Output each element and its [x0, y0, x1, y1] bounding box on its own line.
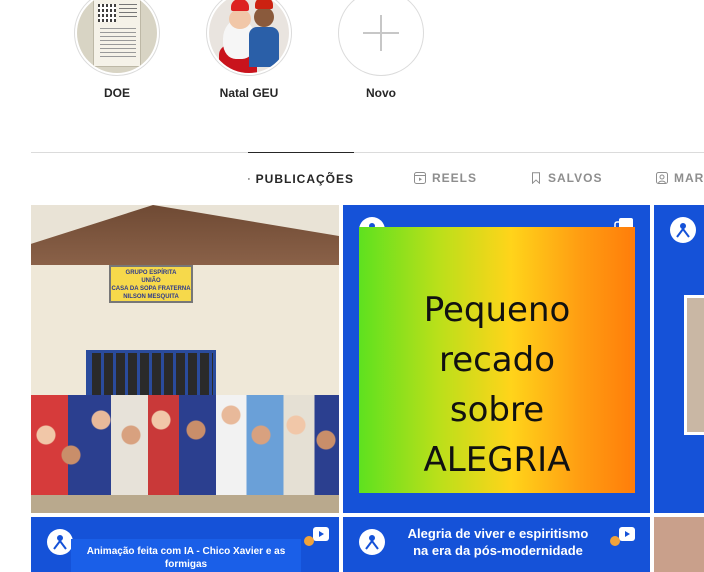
post-photo-group[interactable]: GRUPO ESPÍRITA UNIÃO CASA DA SOPA FRATER… [31, 205, 339, 513]
highlight-ring [338, 0, 424, 76]
highlight-label: DOE [103, 86, 130, 100]
tab-marcados[interactable]: MAR [656, 152, 704, 204]
reel-icon [609, 525, 639, 547]
tab-reels[interactable]: REELS [414, 152, 477, 204]
tab-label: MAR [674, 171, 704, 185]
bookmark-icon [532, 172, 540, 184]
highlight-natal-geu[interactable]: Natal GEU [204, 0, 294, 100]
highlight-label: Natal GEU [219, 86, 279, 100]
gradient-panel: Pequeno recado sobre ALEGRIA [359, 227, 635, 493]
santa-hat-icon [231, 0, 249, 11]
tab-label: SALVOS [548, 171, 603, 185]
highlight-ring [74, 0, 160, 76]
reel-icon [303, 525, 333, 547]
post-caption: Alegria de viver e espiritismo na era da… [407, 526, 589, 558]
story-highlights: DOE Natal GEU Novo [0, 0, 704, 110]
tab-publicacoes[interactable]: PUBLICAÇÕES [248, 152, 354, 204]
post-partial[interactable] [654, 205, 704, 513]
tab-salvos[interactable]: SALVOS [530, 152, 602, 204]
tagged-icon [656, 172, 668, 184]
highlight-label: Novo [366, 86, 396, 100]
profile-tabs: PUBLICAÇÕES REELS SALVOS MAR [0, 152, 704, 204]
plus-icon [361, 13, 401, 53]
highlight-new[interactable]: Novo [336, 0, 426, 100]
group-logo-icon [359, 529, 385, 555]
post-headline: Pequeno recado sobre ALEGRIA [423, 290, 571, 480]
group-logo-icon [670, 217, 696, 243]
grid-icon [248, 177, 250, 180]
group-logo-icon [47, 529, 73, 555]
tab-label: PUBLICAÇÕES [255, 171, 354, 186]
building-sign: GRUPO ESPÍRITA UNIÃO CASA DA SOPA FRATER… [109, 265, 193, 303]
post-alegria-card[interactable]: Pequeno recado sobre ALEGRIA [343, 205, 650, 513]
post-video-chico-xavier[interactable]: Animação feita com IA - Chico Xavier e a… [31, 517, 339, 572]
qr-document-image [93, 0, 141, 67]
highlight-thumbnail [209, 0, 289, 73]
highlight-thumbnail [77, 0, 157, 73]
post-caption: Animação feita com IA - Chico Xavier e a… [71, 539, 301, 572]
reels-icon [414, 172, 426, 184]
photo-thumbnail [684, 295, 704, 435]
highlight-doe[interactable]: DOE [72, 0, 162, 100]
tab-label: REELS [432, 171, 478, 185]
post-partial-photo[interactable] [654, 517, 704, 572]
post-video-alegria-de-viver[interactable]: Alegria de viver e espiritismo na era da… [343, 517, 650, 572]
highlight-ring [206, 0, 292, 76]
